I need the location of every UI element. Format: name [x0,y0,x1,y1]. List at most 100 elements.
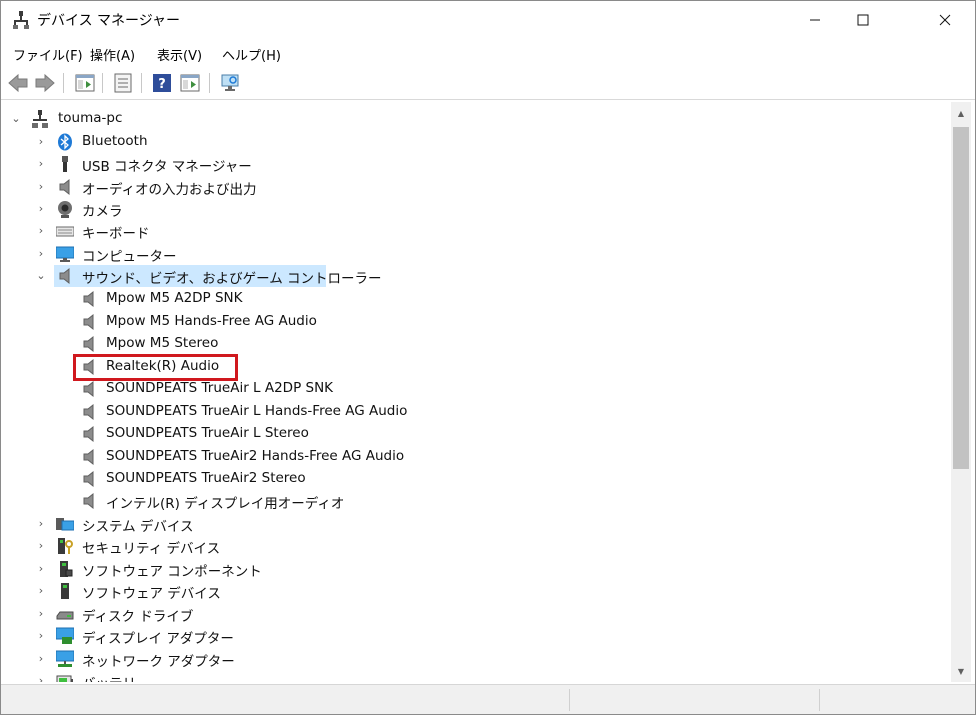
chevron-right-icon[interactable]: › [35,223,47,237]
chevron-right-icon[interactable]: › [35,583,47,597]
svg-text:?: ? [158,77,166,92]
speaker-icon [59,178,70,196]
computer-name: touma-pc [58,110,123,126]
device-item[interactable]: SOUNDPEATS TrueAir2 Hands-Free AG Audio [4,446,944,468]
usb-connector-icon [62,156,68,172]
network-adapter-icon [56,650,74,667]
category-label: キーボード [82,226,150,242]
category-label: ソフトウェア コンポーネント [82,564,262,580]
device-item[interactable]: インテル(R) ディスプレイ用オーディオ [4,490,944,512]
category-bluetooth[interactable]: › Bluetooth [4,131,944,153]
title-bar: デバイス マネージャー [1,1,975,39]
category-software-devices[interactable]: › ソフトウェア デバイス [4,580,944,602]
device-item[interactable]: SOUNDPEATS TrueAir L Stereo [4,423,944,445]
category-usb-connector[interactable]: › USB コネクタ マネージャー [4,153,944,175]
chevron-right-icon[interactable]: › [35,134,47,148]
speaker-icon [83,425,94,443]
device-item[interactable]: SOUNDPEATS TrueAir2 Stereo [4,468,944,490]
software-device-icon [61,583,69,599]
scroll-up-icon[interactable]: ▲ [951,104,971,122]
category-network-adapters[interactable]: › ネットワーク アダプター [4,648,944,670]
forward-icon[interactable] [34,72,56,94]
software-component-icon [60,561,73,577]
chevron-right-icon[interactable]: › [35,606,47,620]
speaker-icon [83,448,94,466]
category-label: USB コネクタ マネージャー [82,159,252,175]
chevron-down-icon[interactable]: ⌄ [35,268,47,282]
chevron-right-icon[interactable]: › [35,179,47,193]
minimize-button[interactable] [792,1,838,39]
device-item[interactable]: SOUNDPEATS TrueAir L A2DP SNK [4,378,944,400]
category-display-adapters[interactable]: › ディスプレイ アダプター [4,625,944,647]
category-label: バッテリ [82,672,136,682]
chevron-right-icon[interactable]: › [35,156,47,170]
chevron-right-icon[interactable]: › [35,628,47,642]
device-properties-icon[interactable] [112,72,134,94]
vertical-scrollbar[interactable]: ▲ ▼ [951,102,971,682]
device-item[interactable]: Mpow M5 Hands-Free AG Audio [4,311,944,333]
chevron-right-icon[interactable]: › [35,201,47,215]
chevron-right-icon[interactable]: › [35,246,47,260]
camera-icon [58,201,72,218]
minimize-icon [810,19,820,21]
update-driver-icon[interactable] [179,72,201,94]
scan-hardware-icon[interactable] [219,72,241,94]
close-icon [939,14,951,26]
toolbar-separator [141,73,142,93]
category-software-components[interactable]: › ソフトウェア コンポーネント [4,558,944,580]
close-button[interactable] [922,1,968,39]
scroll-down-icon[interactable]: ▼ [951,662,971,680]
category-keyboard[interactable]: › キーボード [4,220,944,243]
device-item[interactable]: Mpow M5 Stereo [4,333,944,355]
speaker-icon [83,403,94,421]
category-label: コンピューター [82,249,177,265]
help-icon[interactable]: ? [151,72,173,94]
speaker-icon [83,335,94,353]
scrollbar-thumb[interactable] [953,127,969,469]
category-label: セキュリティ デバイス [82,541,221,557]
display-adapter-icon [56,627,74,644]
chevron-right-icon[interactable]: › [35,561,47,575]
category-computer[interactable]: › コンピューター [4,243,944,265]
category-sound-video-game[interactable]: ⌄ サウンド、ビデオ、およびゲーム コントローラー [4,265,944,287]
device-item[interactable]: SOUNDPEATS TrueAir L Hands-Free AG Audio [4,401,944,423]
properties-pane-icon[interactable] [74,72,96,94]
bluetooth-icon [58,133,72,151]
category-camera[interactable]: › カメラ [4,198,944,220]
category-label: オーディオの入力および出力 [82,182,257,198]
chevron-right-icon[interactable]: › [35,651,47,665]
chevron-right-icon[interactable]: › [35,516,47,530]
toolbar-separator [63,73,64,93]
monitor-icon [56,246,74,262]
menu-action[interactable]: 操作(A) [90,45,135,64]
security-device-icon [58,538,73,554]
computer-root-icon [32,110,48,128]
category-batteries[interactable]: › バッテリ [4,670,944,682]
speaker-icon [83,313,94,331]
menu-help[interactable]: ヘルプ(H) [222,45,281,64]
status-divider [819,689,820,711]
category-audio-io[interactable]: › オーディオの入力および出力 [4,176,944,198]
category-security-devices[interactable]: › セキュリティ デバイス [4,535,944,557]
device-manager-app-icon [13,11,29,29]
speaker-icon [83,380,94,398]
chevron-right-icon[interactable]: › [35,673,47,683]
device-tree[interactable]: ⌄ touma-pc › Bluetooth › USB コネクタ マネージャー… [4,102,950,682]
device-label: SOUNDPEATS TrueAir L Hands-Free AG Audio [106,403,408,419]
chevron-down-icon[interactable]: ⌄ [10,111,22,125]
category-label: ソフトウェア デバイス [82,586,221,602]
system-device-icon [56,518,74,531]
category-disk-drives[interactable]: › ディスク ドライブ [4,603,944,626]
category-label: Bluetooth [82,133,148,149]
maximize-button[interactable] [840,1,886,39]
menu-view[interactable]: 表示(V) [157,45,202,64]
menu-file[interactable]: ファイル(F) [13,45,83,64]
back-icon[interactable] [7,72,29,94]
device-label: Mpow M5 Stereo [106,335,219,351]
tree-root[interactable]: ⌄ touma-pc [4,108,944,130]
device-label: SOUNDPEATS TrueAir L A2DP SNK [106,380,334,396]
device-item[interactable]: Mpow M5 A2DP SNK [4,288,944,310]
category-system-devices[interactable]: › システム デバイス [4,513,944,536]
category-label: カメラ [82,204,123,220]
chevron-right-icon[interactable]: › [35,538,47,552]
